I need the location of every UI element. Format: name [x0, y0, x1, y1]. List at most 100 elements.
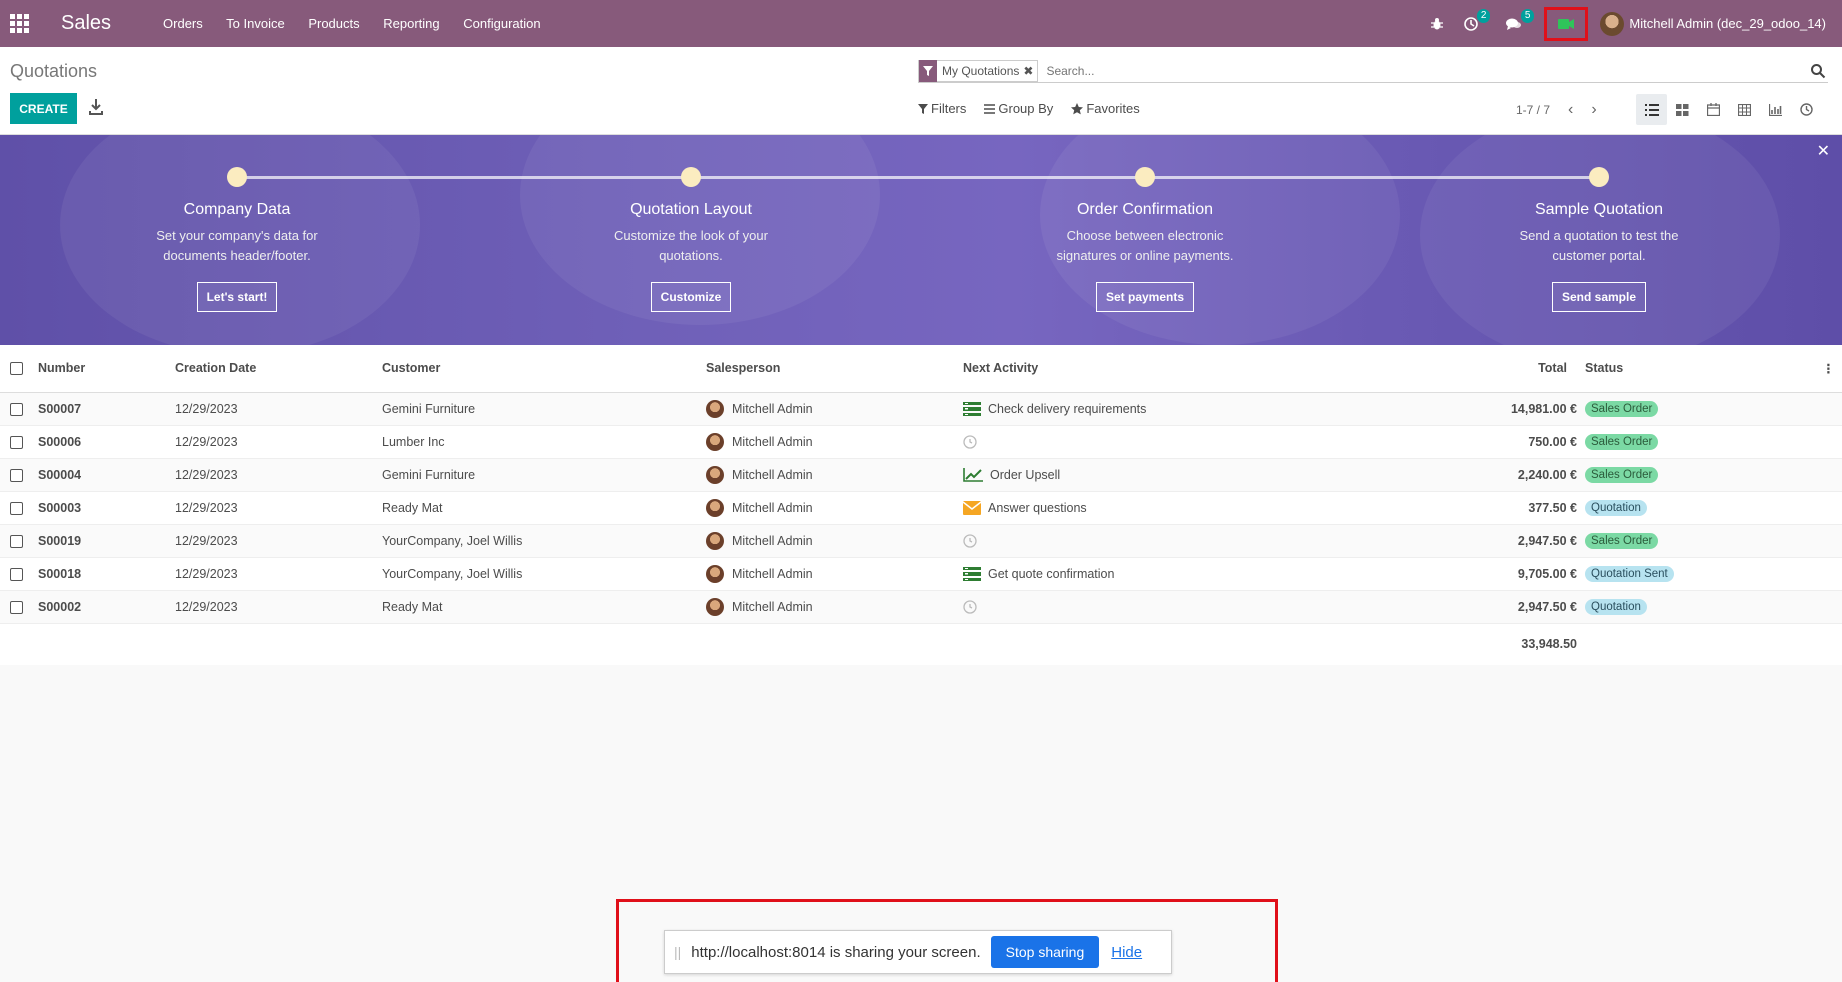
optional-columns-icon[interactable]: ⋮ — [1815, 345, 1842, 393]
table-row[interactable]: S00004 12/29/2023 Gemini Furniture Mitchell… — [0, 458, 1842, 492]
chart-line-icon[interactable] — [963, 467, 990, 482]
groupby-dropdown[interactable]: Group By — [984, 101, 1053, 116]
column-salesperson[interactable]: Salesperson — [706, 345, 963, 393]
row-checkbox[interactable] — [10, 468, 23, 482]
stop-sharing-button[interactable]: Stop sharing — [990, 936, 1100, 968]
filters-dropdown[interactable]: Filters — [918, 101, 966, 116]
salesperson-name: Mitchell Admin — [732, 533, 813, 548]
order-number: S00003 — [38, 491, 175, 525]
status-badge: Sales Order — [1585, 433, 1659, 450]
step-title: Company Data — [183, 201, 291, 218]
pager-next-icon[interactable]: › — [1591, 101, 1596, 119]
favorites-dropdown[interactable]: Favorites — [1071, 101, 1140, 116]
send-sample-button[interactable]: Send sample — [1551, 282, 1647, 312]
download-icon[interactable] — [88, 97, 104, 117]
activity-summary: Check delivery requirements — [988, 401, 1147, 416]
order-number: S00018 — [38, 557, 175, 591]
step-sample-quotation: Sample Quotation Send a quotation to tes… — [1469, 167, 1729, 312]
creation-date: 12/29/2023 — [175, 458, 382, 492]
search-input[interactable] — [1046, 63, 1810, 78]
column-status[interactable]: Status — [1585, 345, 1815, 393]
calendar-view-icon[interactable] — [1698, 94, 1729, 125]
next-activity[interactable]: Order Upsell — [963, 467, 1363, 482]
pager-previous-icon[interactable]: ‹ — [1568, 101, 1573, 119]
onboarding-banner: ✕ Company Data Set your company's data f… — [0, 135, 1842, 345]
banner-close-icon[interactable]: ✕ — [1817, 141, 1830, 161]
menu-to-invoice[interactable]: To Invoice — [226, 16, 285, 31]
next-activity[interactable] — [963, 533, 1363, 548]
table-row[interactable]: S00018 12/29/2023 YourCompany, Joel Willis… — [0, 557, 1842, 591]
activity-summary: Order Upsell — [990, 467, 1061, 482]
app-brand[interactable]: Sales — [61, 12, 111, 35]
user-name: Mitchell Admin (dec_29_odoo_14) — [1629, 16, 1826, 31]
customize-button[interactable]: Customize — [650, 282, 732, 312]
menu-products[interactable]: Products — [308, 16, 359, 31]
messages-count-badge: 5 — [1520, 8, 1535, 23]
lets-start-button[interactable]: Let's start! — [196, 282, 278, 312]
facet-remove-icon[interactable]: ✖ — [1023, 64, 1037, 78]
menu-configuration[interactable]: Configuration — [463, 16, 540, 31]
clock-icon[interactable] — [963, 533, 984, 548]
row-checkbox[interactable] — [10, 435, 23, 449]
column-customer[interactable]: Customer — [382, 345, 706, 393]
step-description: Send a quotation to test the customer po… — [1519, 228, 1679, 263]
step-quotation-layout: Quotation Layout Customize the look of y… — [561, 167, 821, 312]
envelope-icon[interactable] — [963, 500, 988, 515]
row-checkbox[interactable] — [10, 402, 23, 416]
search-bar: My Quotations ✖ — [918, 59, 1828, 83]
salesperson: Mitchell Admin — [706, 465, 963, 484]
list-view-icon[interactable] — [1636, 94, 1667, 125]
tasks-icon[interactable] — [963, 566, 988, 581]
video-call-button[interactable] — [1544, 6, 1589, 41]
activity-view-icon[interactable] — [1791, 94, 1822, 125]
column-number[interactable]: Number — [38, 345, 175, 393]
clock-icon[interactable] — [963, 434, 984, 449]
table-row[interactable]: S00006 12/29/2023 Lumber Inc Mitchell Admin… — [0, 425, 1842, 459]
salesperson-avatar — [706, 498, 724, 517]
table-row[interactable]: S00002 12/29/2023 Ready Mat Mitchell Admin 2… — [0, 590, 1842, 624]
creation-date: 12/29/2023 — [175, 392, 382, 426]
activity-clock-icon[interactable]: 2 — [1464, 8, 1491, 31]
create-button[interactable]: CREATE — [10, 93, 77, 124]
next-activity[interactable]: Get quote confirmation — [963, 566, 1363, 581]
user-menu[interactable]: Mitchell Admin (dec_29_odoo_14) — [1600, 11, 1826, 36]
quotations-list: Number Creation Date Customer Salesperso… — [0, 345, 1842, 665]
column-total[interactable]: Total — [1363, 345, 1585, 393]
row-checkbox[interactable] — [10, 534, 23, 548]
creation-date: 12/29/2023 — [175, 524, 382, 558]
column-next-activity[interactable]: Next Activity — [963, 345, 1363, 393]
messages-comments-icon[interactable]: 5 — [1506, 8, 1535, 31]
search-icon[interactable] — [1810, 63, 1826, 79]
table-row[interactable]: S00003 12/29/2023 Ready Mat Mitchell Admin A… — [0, 491, 1842, 525]
set-payments-button[interactable]: Set payments — [1095, 282, 1195, 312]
order-total: 2,240.00 € — [1363, 458, 1585, 492]
drag-handle-icon[interactable]: || — [674, 944, 681, 960]
salesperson: Mitchell Admin — [706, 498, 963, 517]
pager-value[interactable]: 1-7 / 7 — [1516, 103, 1550, 117]
column-creation-date[interactable]: Creation Date — [175, 345, 382, 393]
row-checkbox[interactable] — [10, 501, 23, 515]
menu-reporting[interactable]: Reporting — [383, 16, 439, 31]
order-total: 14,981.00 € — [1363, 392, 1585, 426]
next-activity[interactable]: Check delivery requirements — [963, 401, 1363, 416]
kanban-view-icon[interactable] — [1667, 94, 1698, 125]
creation-date: 12/29/2023 — [175, 491, 382, 525]
row-checkbox[interactable] — [10, 600, 23, 614]
graph-view-icon[interactable] — [1760, 94, 1791, 125]
tasks-icon[interactable] — [963, 401, 988, 416]
clock-icon[interactable] — [963, 599, 984, 614]
row-checkbox[interactable] — [10, 567, 23, 581]
select-all-checkbox[interactable] — [10, 362, 23, 376]
debug-bug-icon[interactable] — [1430, 17, 1444, 31]
next-activity[interactable] — [963, 434, 1363, 449]
step-dot — [1135, 167, 1155, 187]
hide-link[interactable]: Hide — [1111, 944, 1142, 961]
next-activity[interactable]: Answer questions — [963, 500, 1363, 515]
table-row[interactable]: S00007 12/29/2023 Gemini Furniture Mitchell… — [0, 392, 1842, 426]
apps-menu-icon[interactable] — [0, 0, 38, 47]
pivot-view-icon[interactable] — [1729, 94, 1760, 125]
next-activity[interactable] — [963, 599, 1363, 614]
table-row[interactable]: S00019 12/29/2023 YourCompany, Joel Willis… — [0, 524, 1842, 558]
step-dot — [1589, 167, 1609, 187]
menu-orders[interactable]: Orders — [163, 16, 203, 31]
